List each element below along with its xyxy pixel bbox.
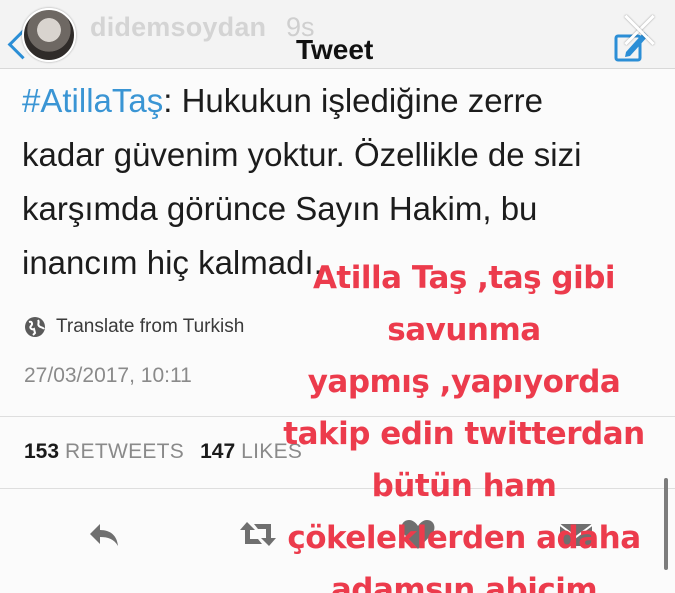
screen: didemsoydan 9s Tweet #AtillaTaş: Hukukun… xyxy=(0,0,675,593)
retweets-count[interactable]: 153 xyxy=(24,440,59,464)
reply-icon[interactable] xyxy=(84,514,124,554)
story-caption: Atilla Taş ,taş gibi savunma yapmış ,yap… xyxy=(262,252,666,593)
caption-line: çökeleklerden adaha xyxy=(287,520,641,556)
retweets-label[interactable]: RETWEETS xyxy=(65,440,184,464)
avatar[interactable] xyxy=(22,8,76,62)
caption-line: savunma xyxy=(387,312,541,348)
translate-label[interactable]: Translate from Turkish xyxy=(56,316,244,338)
translate-link[interactable]: Translate from Turkish xyxy=(24,316,244,338)
tweet-text-line: : Hukukun işlediğine zerre xyxy=(163,82,543,119)
likes-count[interactable]: 147 xyxy=(200,440,235,464)
close-icon[interactable] xyxy=(620,10,660,50)
caption-line: Atilla Taş ,taş gibi xyxy=(312,260,616,296)
story-username[interactable]: didemsoydan xyxy=(90,12,266,43)
globe-icon xyxy=(25,317,45,337)
caption-line: bütün ham xyxy=(371,468,557,504)
top-bar: didemsoydan 9s Tweet xyxy=(0,0,675,69)
caption-line: adamsın abicim xyxy=(330,572,598,593)
hashtag-link[interactable]: #AtillaTaş xyxy=(22,82,163,119)
caption-line: takip edin twitterdan xyxy=(283,416,645,452)
page-title: Tweet xyxy=(296,34,374,65)
tweet-text-line: karşımda görünce Sayın Hakim, bu xyxy=(22,190,538,227)
caption-line: yapmış ,yapıyorda xyxy=(307,364,621,400)
tweet-timestamp: 27/03/2017, 10:11 xyxy=(24,364,192,387)
tweet-text-line: kadar güvenim yoktur. Özellikle de sizi xyxy=(22,136,582,173)
